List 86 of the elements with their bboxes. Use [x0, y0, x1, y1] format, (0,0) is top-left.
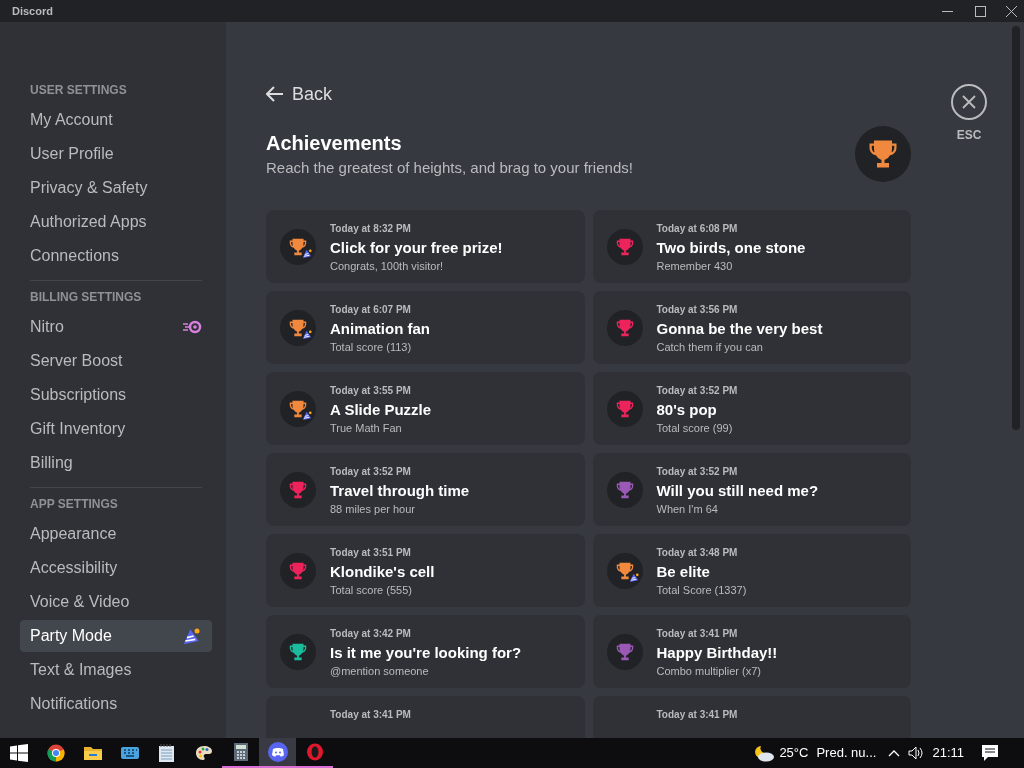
- sidebar-item[interactable]: Appearance: [20, 518, 212, 550]
- sidebar-item[interactable]: Voice & Video: [20, 586, 212, 618]
- party-hat-icon: [182, 626, 202, 646]
- sidebar-item[interactable]: My Account: [20, 104, 212, 136]
- achievement-title: Klondike's cell: [330, 562, 435, 582]
- achievement-time: Today at 3:48 PM: [656, 547, 739, 559]
- sidebar-item[interactable]: Billing: [20, 447, 212, 479]
- achievement-time: Today at 3:52 PM: [656, 385, 738, 397]
- achievement-time: Today at 3:41 PM: [330, 709, 411, 721]
- windows-icon: [9, 744, 28, 762]
- keyboard-icon: [120, 747, 139, 759]
- section-header: BILLING SETTINGS: [29, 289, 143, 306]
- sidebar-item[interactable]: Connections: [20, 240, 212, 272]
- achievement-description: @mention someone: [330, 664, 430, 678]
- achievement-description: Congrats, 100th visitor!: [330, 259, 445, 273]
- achievement-title: Will you still need me?: [656, 481, 819, 501]
- achievement-description: Remember 430: [656, 259, 734, 273]
- achievement-time: Today at 3:55 PM: [330, 385, 412, 397]
- clock[interactable]: 21:11: [932, 743, 964, 763]
- achievement-description: Total score (555): [330, 583, 413, 597]
- achievement-time: Today at 6:07 PM: [330, 304, 412, 316]
- notification-icon[interactable]: [982, 745, 998, 761]
- achievement-title: Is it me you're looking for?: [330, 643, 522, 663]
- achievement-description: Total score (113): [330, 340, 413, 354]
- achievement-description: Combo multiplier (x7): [656, 664, 763, 678]
- sidebar-item[interactable]: Server Boost: [20, 345, 212, 377]
- opera-icon: [305, 743, 324, 761]
- esc-label: ESC: [956, 127, 982, 144]
- close-icon: [962, 95, 976, 109]
- sidebar-item[interactable]: Nitro: [20, 311, 212, 343]
- folder-icon: [83, 745, 102, 761]
- sidebar-item[interactable]: Authorized Apps: [20, 206, 212, 238]
- sidebar-item[interactable]: User Profile: [20, 138, 212, 170]
- close-icon[interactable]: [1006, 5, 1017, 17]
- achievement-time: Today at 6:08 PM: [656, 223, 739, 235]
- nitro-icon: [182, 320, 202, 334]
- page-title: Achievements: [266, 131, 403, 156]
- sidebar-item[interactable]: Text & Images: [20, 654, 212, 686]
- weather-text: Pred. nu...: [816, 744, 877, 763]
- browser-icon: [46, 744, 65, 762]
- achievement-time: Today at 3:52 PM: [656, 466, 739, 478]
- temperature: 25°C: [779, 744, 809, 763]
- achievement-title: Be elite: [656, 562, 711, 582]
- achievement-time: Today at 3:41 PM: [656, 628, 739, 640]
- sidebar-item[interactable]: Accessibility: [20, 552, 212, 584]
- sidebar-item[interactable]: Gift Inventory: [20, 413, 212, 445]
- achievement-title: Happy Birthday!!: [656, 643, 778, 663]
- achievement-time: Today at 8:32 PM: [330, 223, 412, 235]
- window-title: Discord: [12, 3, 53, 19]
- sidebar-item[interactable]: Notifications: [20, 688, 212, 720]
- achievement-title: A Slide Puzzle: [330, 400, 432, 420]
- achievement-title: Two birds, one stone: [656, 238, 806, 258]
- speaker-icon[interactable]: [908, 746, 925, 760]
- discord-icon: [267, 742, 288, 762]
- palette-icon: [194, 744, 213, 762]
- sidebar-item[interactable]: Party Mode: [20, 620, 212, 652]
- maximize-icon[interactable]: [975, 5, 986, 17]
- achievement-title: 80's pop: [656, 400, 718, 420]
- achievement-title: Click for your free prize!: [330, 238, 503, 258]
- achievement-description: 88 miles per hour: [330, 502, 416, 516]
- weather-icon: [753, 744, 776, 762]
- section-header: APP SETTINGS: [29, 496, 119, 513]
- achievement-time: Today at 3:41 PM: [656, 709, 738, 721]
- sidebar-item[interactable]: Privacy & Safety: [20, 172, 212, 204]
- close-button[interactable]: [951, 84, 987, 120]
- calculator-icon: [233, 743, 248, 761]
- achievement-description: True Math Fan: [330, 421, 403, 435]
- achievement-time: Today at 3:52 PM: [330, 466, 412, 478]
- section-header: USER SETTINGS: [29, 82, 128, 99]
- page-subtitle: Reach the greatest of heights, and brag to your friends!: [266, 158, 633, 178]
- sidebar-item[interactable]: Subscriptions: [20, 379, 212, 411]
- achievement-title: Animation fan: [330, 319, 430, 339]
- chevron-up-icon[interactable]: [888, 749, 901, 757]
- arrow-left-icon: [266, 86, 284, 102]
- achievement-description: Catch them if you can: [656, 340, 764, 354]
- achievement-description: Total score (99): [656, 421, 734, 435]
- achievement-title: Gonna be the very best: [656, 319, 823, 339]
- achievement-time: Today at 3:42 PM: [330, 628, 412, 640]
- achievement-description: Total Score (1337): [656, 583, 747, 597]
- achievement-title: Travel through time: [330, 481, 470, 501]
- back-button[interactable]: Back: [266, 82, 333, 106]
- achievement-time: Today at 3:56 PM: [656, 304, 739, 316]
- notepad-icon: [159, 744, 174, 762]
- taskbar-app[interactable]: [259, 738, 296, 768]
- achievement-description: When I'm 64: [656, 502, 719, 516]
- achievement-time: Today at 3:51 PM: [330, 547, 412, 559]
